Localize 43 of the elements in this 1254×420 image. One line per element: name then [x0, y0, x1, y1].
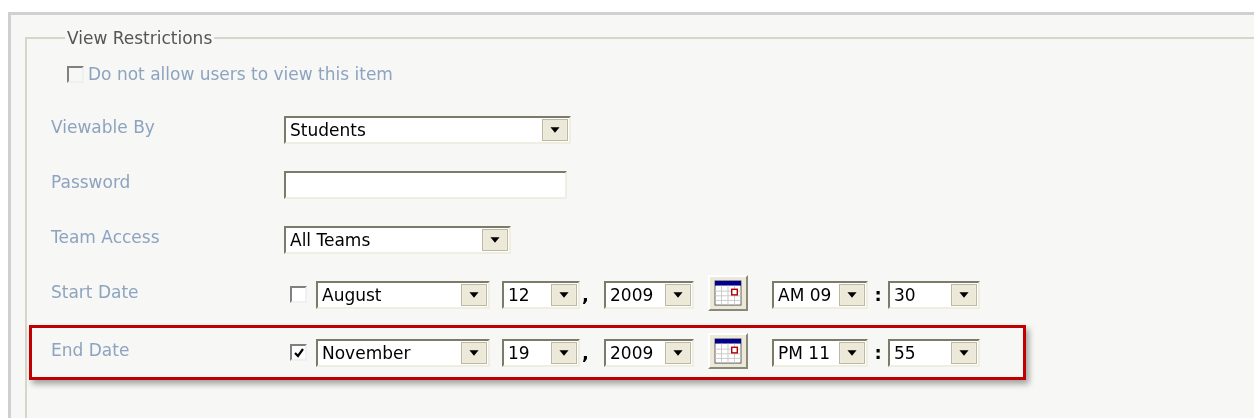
minute-dropdown[interactable]: 30	[888, 280, 980, 309]
year-dropdown[interactable]: 2009	[604, 280, 694, 309]
checkbox-label: Do not allow users to view this item	[88, 64, 393, 84]
checkbox[interactable]	[67, 65, 84, 83]
field-label: Password	[51, 171, 132, 192]
calendar-icon	[714, 337, 742, 364]
calendar-button[interactable]	[708, 274, 748, 311]
caret-icon	[461, 283, 487, 306]
calendar-icon	[714, 279, 742, 306]
time-separator: :	[873, 284, 883, 305]
caret-icon	[482, 228, 508, 251]
field-label: Team Access	[51, 226, 161, 247]
caret-icon	[551, 283, 577, 306]
calendar-button[interactable]	[708, 332, 748, 369]
date-separator: ,	[581, 284, 590, 305]
minute-dropdown[interactable]: 55	[888, 338, 980, 367]
caret-icon	[665, 341, 691, 364]
time-separator: :	[873, 342, 883, 363]
hour-dropdown[interactable]: PM 11	[772, 338, 868, 367]
day-dropdown[interactable]: 19	[502, 338, 580, 367]
day-dropdown[interactable]: 12	[502, 280, 580, 309]
caret-icon	[542, 118, 568, 141]
caret-icon	[839, 283, 865, 306]
checkbox[interactable]	[290, 286, 307, 303]
caret-icon	[951, 283, 977, 306]
caret-icon	[665, 283, 691, 306]
checkbox[interactable]	[290, 344, 307, 361]
caret-icon	[551, 341, 577, 364]
caret-icon	[951, 341, 977, 364]
password-field[interactable]	[284, 170, 567, 199]
caret-icon	[461, 341, 487, 364]
dropdown[interactable]: Students	[284, 115, 571, 144]
field-label: Start Date	[51, 281, 140, 302]
dropdown[interactable]: All Teams	[284, 225, 511, 254]
month-dropdown[interactable]: November	[316, 338, 490, 367]
month-dropdown[interactable]: August	[316, 280, 490, 309]
field-label: Viewable By	[51, 116, 156, 137]
date-separator: ,	[581, 342, 590, 363]
hour-dropdown[interactable]: AM 09	[772, 280, 868, 309]
year-dropdown[interactable]: 2009	[604, 338, 694, 367]
section-legend: View Restrictions	[65, 28, 215, 48]
caret-icon	[839, 341, 865, 364]
field-label: End Date	[51, 339, 131, 360]
